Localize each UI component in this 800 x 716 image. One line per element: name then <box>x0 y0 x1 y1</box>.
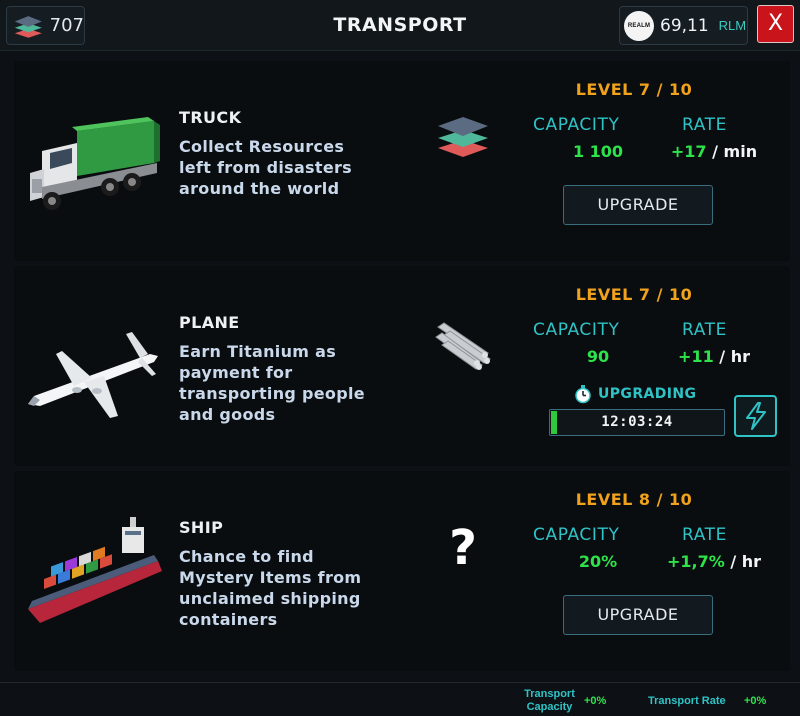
footer-capacity-value: +0% <box>584 695 607 707</box>
ship-rate-unit: / hr <box>724 552 762 571</box>
question-mark-icon: ? <box>449 520 477 576</box>
lightning-icon <box>745 402 766 430</box>
svg-text:?: ? <box>449 520 477 576</box>
truck-rate-label: RATE <box>682 115 727 135</box>
truck-rate-unit: / min <box>706 142 758 161</box>
truck-rate-value: +17 / min <box>644 142 784 161</box>
header-divider <box>0 50 800 51</box>
plane-title: PLANE <box>179 313 240 332</box>
plane-level: LEVEL 7 / 10 <box>575 285 693 304</box>
upgrading-status: UPGRADING <box>574 384 696 404</box>
truck-panel: TRUCK Collect Resources left from disast… <box>14 61 790 261</box>
plane-image <box>28 332 158 418</box>
plane-capacity-label: CAPACITY <box>533 320 620 340</box>
titanium-rods-icon <box>435 322 491 370</box>
truck-title: TRUCK <box>179 108 242 127</box>
truck-image <box>30 117 160 210</box>
truck-capacity-label: CAPACITY <box>533 115 620 135</box>
currency-display: REALM 69,11 RLM <box>619 6 748 45</box>
truck-rate-number: +17 <box>670 142 707 161</box>
realm-logo: REALM <box>624 10 654 41</box>
plane-rate-label: RATE <box>682 320 727 340</box>
footer-rate-value: +0% <box>744 695 767 707</box>
speed-up-button[interactable] <box>734 395 777 437</box>
truck-upgrade-button[interactable]: UPGRADE <box>563 185 713 225</box>
ship-level: LEVEL 8 / 10 <box>575 490 693 509</box>
ship-panel: SHIP Chance to find Mystery Items from u… <box>14 471 790 671</box>
truck-description: Collect Resources left from disasters ar… <box>179 137 352 198</box>
plane-rate-number: +11 <box>678 347 714 366</box>
plane-panel: PLANE Earn Titanium as payment for trans… <box>14 266 790 466</box>
plane-rate-value: +11 / hr <box>644 347 784 366</box>
currency-value: 69,11 <box>660 15 709 36</box>
plane-description: Earn Titanium as payment for transportin… <box>179 342 365 424</box>
currency-unit: RLM <box>718 18 747 33</box>
ship-rate-label: RATE <box>682 525 727 545</box>
upgrade-timer: 12:03:24 <box>601 414 673 430</box>
upgrade-timer-bar: 12:03:24 <box>549 409 725 436</box>
footer-divider <box>0 682 800 683</box>
top-bar: 707 TRANSPORT REALM 69,11 RLM X <box>0 0 800 50</box>
footer-rate-label: Transport Rate <box>648 695 726 707</box>
ship-capacity-label: CAPACITY <box>533 525 620 545</box>
layers-icon <box>438 117 488 157</box>
ship-rate-number: +1,7% <box>666 552 725 571</box>
ship-image <box>28 517 162 623</box>
truck-level: LEVEL 7 / 10 <box>575 80 693 99</box>
footer-capacity-label: Transport Capacity <box>524 688 575 713</box>
upgrading-label: UPGRADING <box>598 386 697 402</box>
ship-title: SHIP <box>179 518 224 537</box>
ship-description: Chance to find Mystery Items from unclai… <box>179 547 362 629</box>
stopwatch-icon <box>575 385 591 404</box>
ship-upgrade-button[interactable]: UPGRADE <box>563 595 713 635</box>
close-button[interactable]: X <box>757 5 794 43</box>
ship-rate-value: +1,7% / hr <box>644 552 784 571</box>
plane-rate-unit: / hr <box>713 347 750 366</box>
